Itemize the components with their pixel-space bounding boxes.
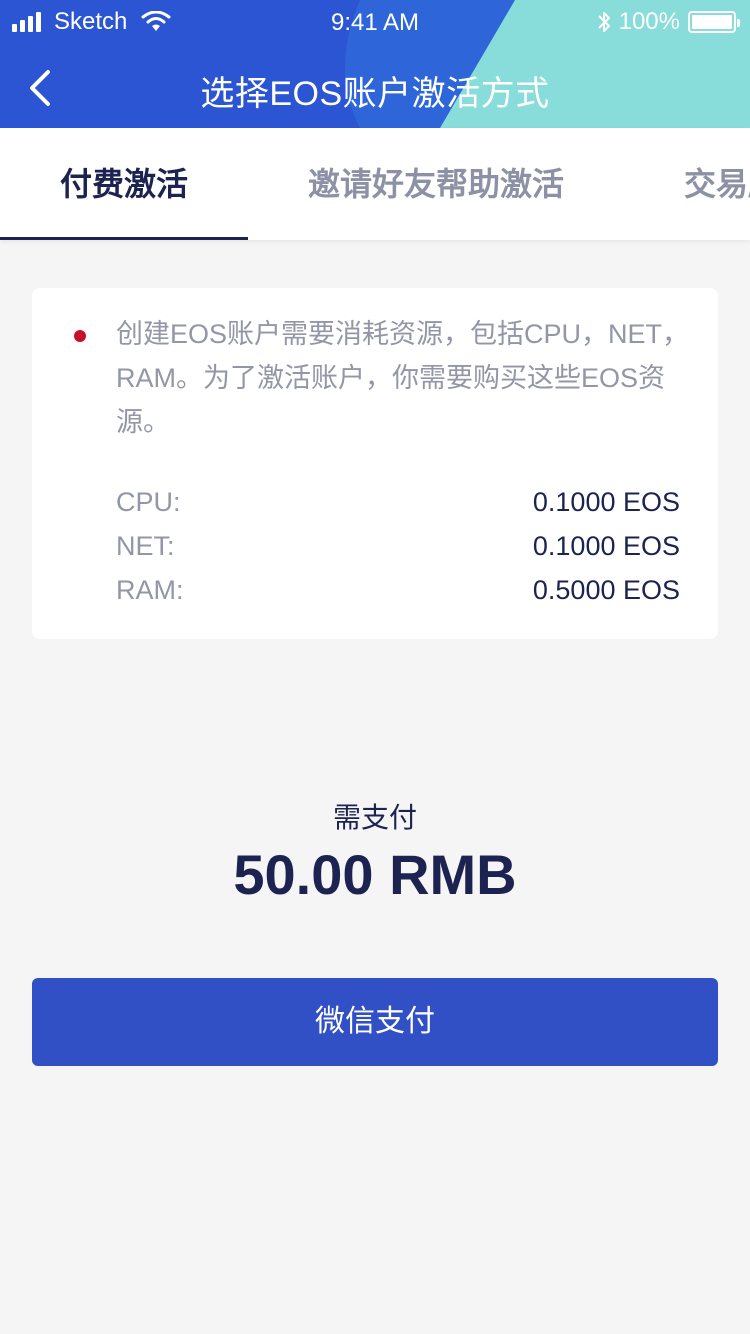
resource-value: 0.1000 EOS: [532, 486, 680, 517]
tab-exchange[interactable]: 交易所: [684, 128, 750, 240]
resource-value: 0.5000 EOS: [532, 574, 680, 605]
resource-value: 0.1000 EOS: [532, 530, 680, 561]
page-title: 选择EOS账户激活方式: [200, 75, 550, 113]
tab-paid-activation[interactable]: 付费激活: [0, 128, 248, 240]
status-right: 100%: [597, 8, 740, 36]
bluetooth-icon: [597, 12, 610, 32]
tab-invite-friend[interactable]: 邀请好友帮助激活: [308, 128, 564, 240]
resource-row-cpu: CPU: 0.1000 EOS: [116, 480, 680, 524]
resource-label: CPU:: [116, 486, 181, 517]
resource-label: RAM:: [116, 574, 184, 605]
payment-amount: 50.00 RMB: [233, 843, 517, 906]
active-tab-indicator: [0, 237, 248, 240]
header: Sketch 9:41 AM 100% 选择EOS账户激活方式: [0, 0, 750, 128]
battery-icon: [688, 11, 740, 33]
battery-percent: 100%: [618, 8, 680, 35]
resource-row-ram: RAM: 0.5000 EOS: [116, 568, 680, 612]
status-bar: Sketch 9:41 AM 100%: [0, 0, 750, 44]
resource-description: 创建EOS账户需要消耗资源，包括CPU，NET，RAM。为了激活账户，你需要购买…: [116, 319, 690, 437]
bullet-dot-icon: [74, 330, 86, 342]
tab-bar: 付费激活 邀请好友帮助激活 交易所: [0, 128, 750, 240]
resource-label: NET:: [116, 530, 175, 561]
resource-row-net: NET: 0.1000 EOS: [116, 524, 680, 568]
resource-info-card: 创建EOS账户需要消耗资源，包括CPU，NET，RAM。为了激活账户，你需要购买…: [32, 288, 718, 639]
wechat-pay-button[interactable]: 微信支付: [32, 978, 718, 1066]
payment-label: 需支付: [332, 802, 417, 833]
